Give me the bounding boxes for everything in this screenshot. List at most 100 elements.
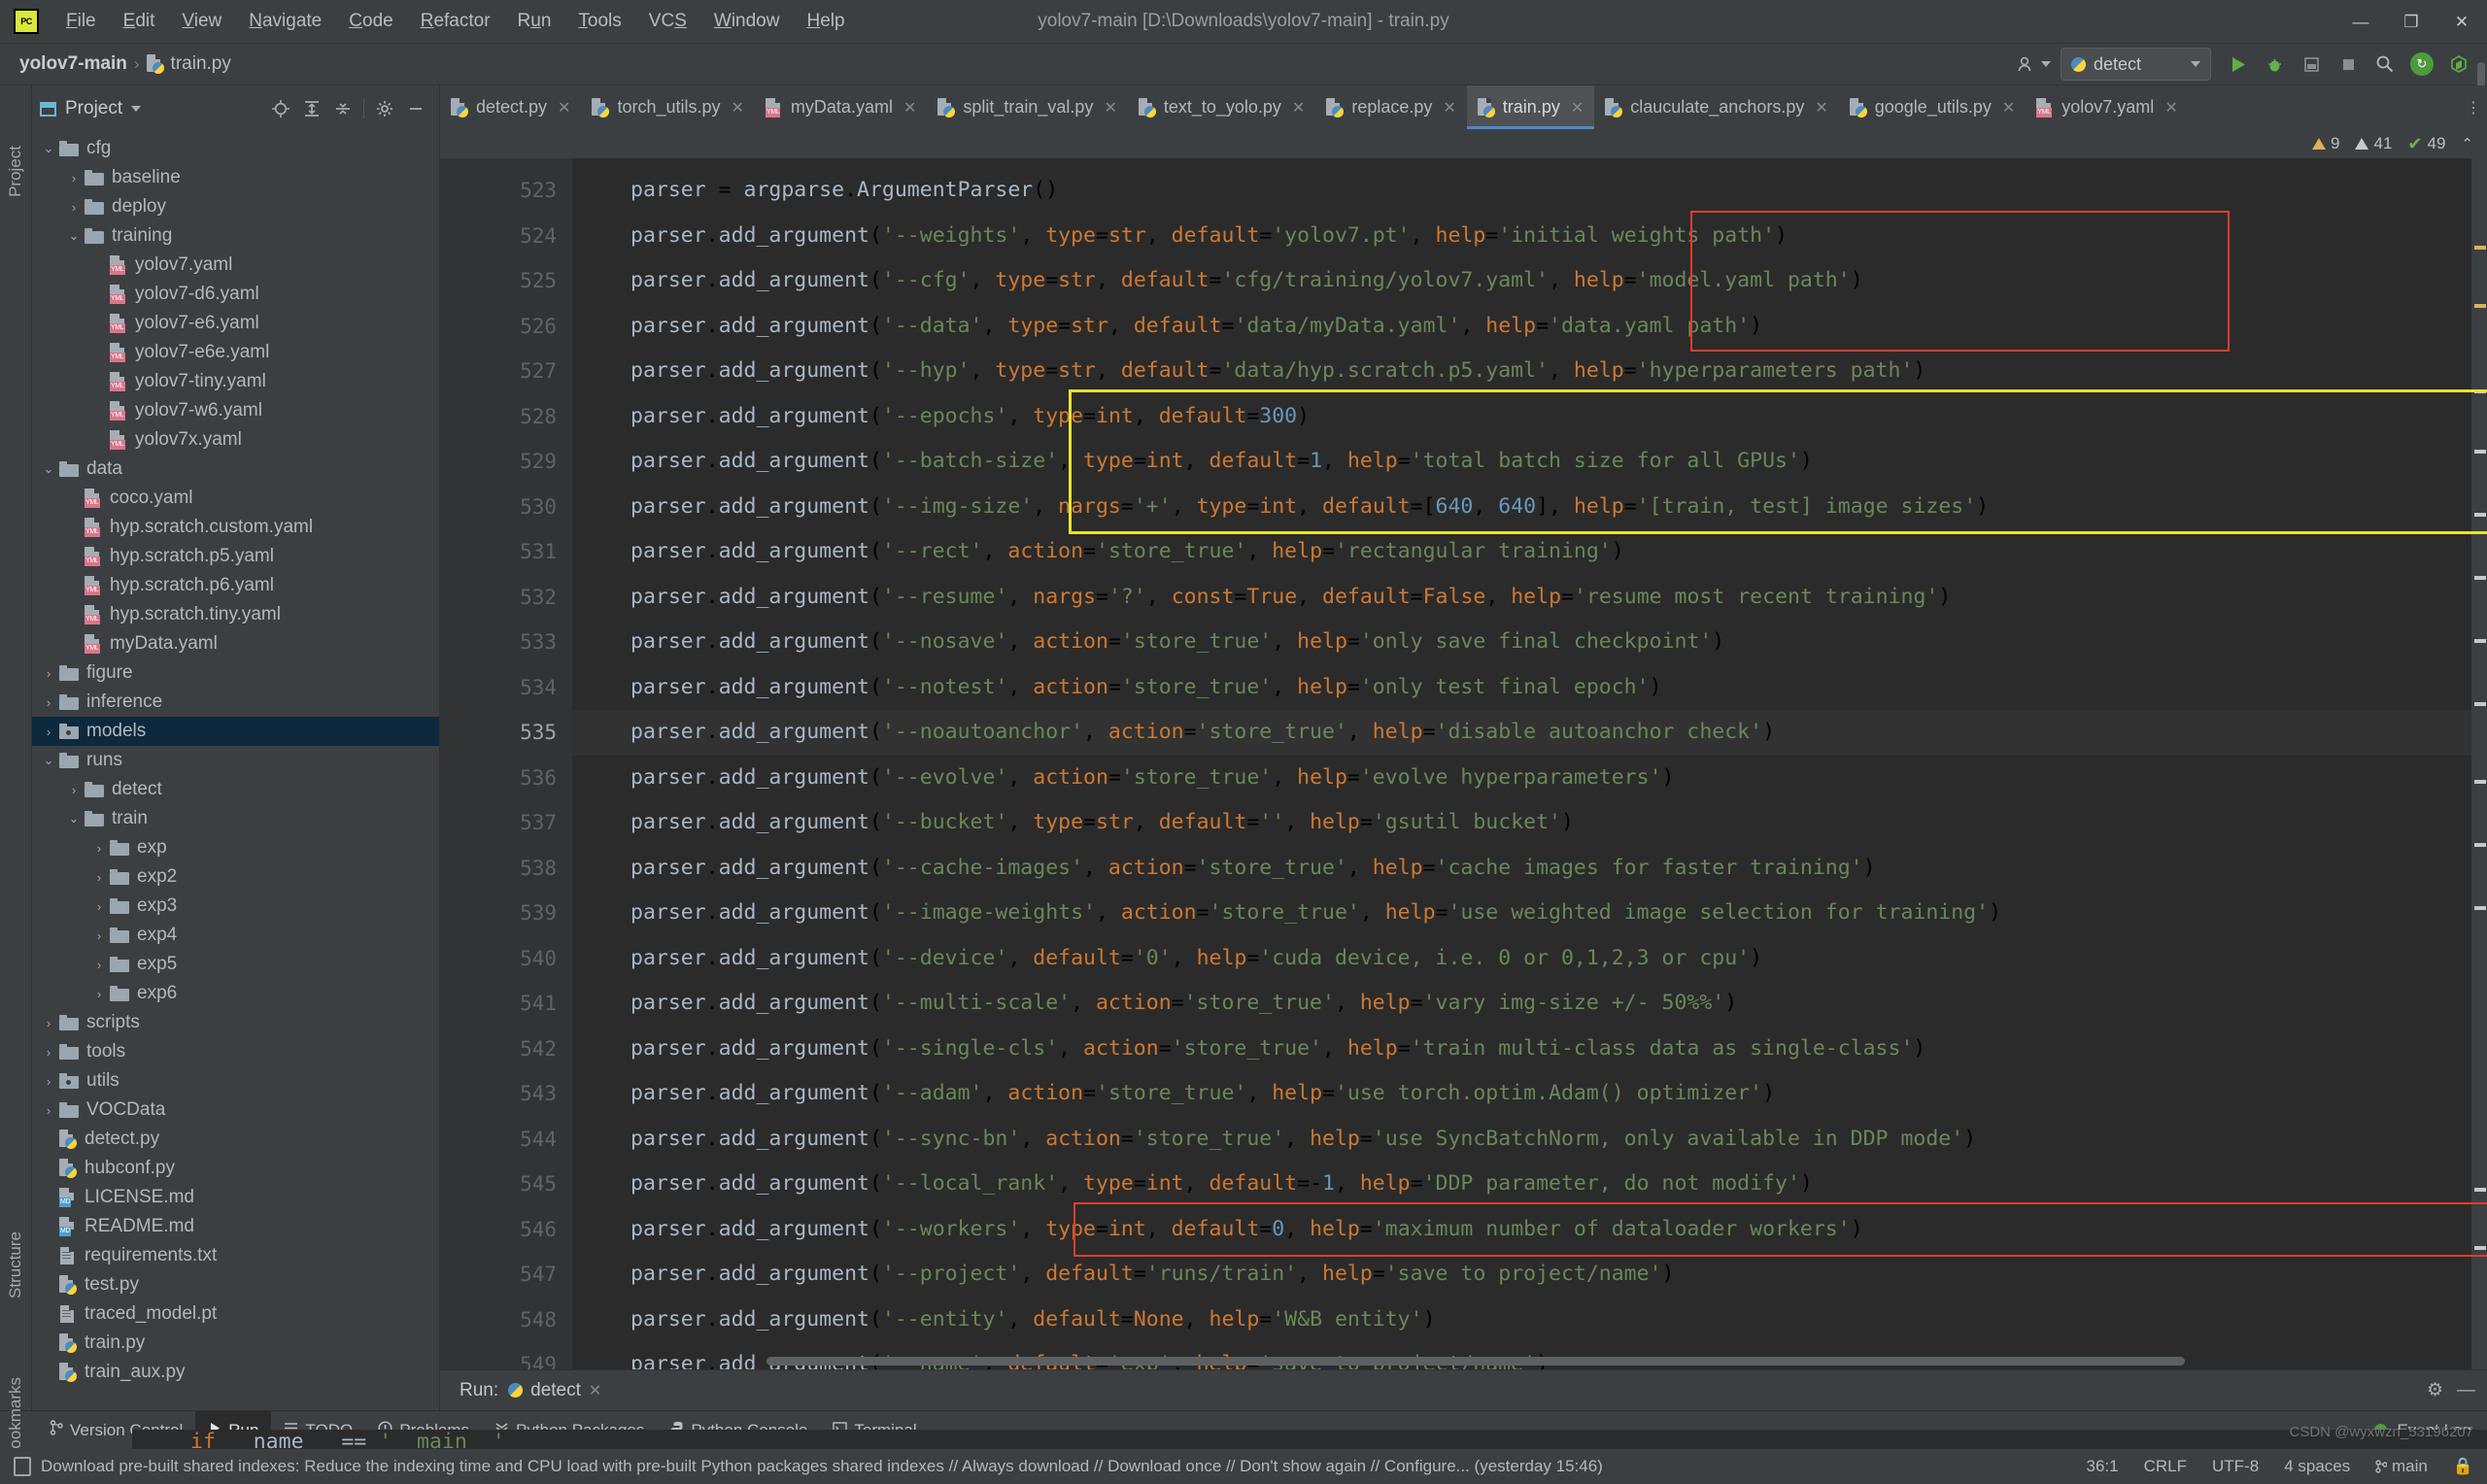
line-separator[interactable]: CRLF	[2144, 1457, 2187, 1476]
tree-item-vocdata[interactable]: › VOCData	[32, 1096, 439, 1125]
code-line[interactable]: parser.add_argument('--cache-images', ac…	[572, 846, 2471, 892]
line-number[interactable]: 545	[440, 1162, 572, 1207]
tree-item-yolov7-e6-yaml[interactable]: YML yolov7-e6.yaml	[32, 309, 439, 338]
code-line[interactable]: parser.add_argument('--local_rank', type…	[572, 1162, 2471, 1207]
editor-tab-close-icon[interactable]: ✕	[1443, 98, 1455, 118]
tree-item-train-aux-py[interactable]: train_aux.py	[32, 1358, 439, 1387]
editor-tab-close-icon[interactable]: ✕	[732, 98, 744, 118]
menu-item-edit[interactable]: Edit	[110, 7, 169, 36]
maximize-button[interactable]: ❐	[2386, 0, 2436, 44]
tree-item-readme-md[interactable]: MD README.md	[32, 1212, 439, 1241]
editor-tab-replace-py[interactable]: replace.py ✕	[1315, 85, 1466, 129]
code-line[interactable]: parser.add_argument('--evolve', action='…	[572, 756, 2471, 801]
tree-item-models[interactable]: › models	[32, 717, 439, 746]
code-line[interactable]: parser.add_argument('--cfg', type=str, d…	[572, 258, 2471, 304]
tree-item-baseline[interactable]: › baseline	[32, 163, 439, 192]
chevron-right-icon[interactable]: ›	[38, 1103, 59, 1118]
code-line[interactable]: parser.add_argument('--rect', action='st…	[572, 529, 2471, 575]
line-number[interactable]: 529	[440, 439, 572, 485]
tree-item-yolov7-w6-yaml[interactable]: YML yolov7-w6.yaml	[32, 396, 439, 425]
chevron-right-icon[interactable]: ›	[38, 666, 59, 681]
editor-tab-close-icon[interactable]: ✕	[903, 98, 916, 118]
minimize-panel-icon[interactable]	[400, 93, 431, 124]
chevron-down-icon[interactable]: ⌄	[63, 228, 85, 244]
tree-item-hyp-scratch-custom-yaml[interactable]: YML hyp.scratch.custom.yaml	[32, 513, 439, 542]
code-line[interactable]: parser.add_argument('--data', type=str, …	[572, 304, 2471, 350]
tree-item-utils[interactable]: › utils	[32, 1066, 439, 1096]
run-tab-close-icon[interactable]: ✕	[589, 1381, 601, 1400]
line-number[interactable]: 547	[440, 1252, 572, 1298]
editor-tab-close-icon[interactable]: ✕	[1815, 98, 1827, 118]
code-editor[interactable]: parser = argparse.ArgumentParser() parser…	[572, 158, 2471, 1369]
chevron-right-icon[interactable]: ›	[88, 928, 110, 943]
collapse-all-icon[interactable]	[327, 93, 358, 124]
tree-item-hyp-scratch-p6-yaml[interactable]: YML hyp.scratch.p6.yaml	[32, 571, 439, 600]
warning-count[interactable]: 9	[2312, 134, 2339, 153]
tree-item-license-md[interactable]: MD LICENSE.md	[32, 1183, 439, 1212]
editor-tab-clauculate-anchors-py[interactable]: clauculate_anchors.py ✕	[1594, 85, 1839, 129]
chevron-right-icon[interactable]: ›	[88, 870, 110, 885]
line-number[interactable]: 536	[440, 756, 572, 801]
chevron-right-icon[interactable]: ›	[88, 899, 110, 914]
line-number[interactable]: 535	[440, 710, 572, 756]
code-line[interactable]: parser.add_argument('--notest', action='…	[572, 665, 2471, 711]
line-number[interactable]: 526	[440, 304, 572, 350]
chevron-right-icon[interactable]: ›	[63, 200, 85, 215]
chevron-right-icon[interactable]: ›	[38, 725, 59, 739]
tree-item-exp[interactable]: › exp	[32, 833, 439, 862]
collapse-inspections-icon[interactable]: ⌃	[2461, 135, 2473, 152]
tree-item-yolov7-e6e-yaml[interactable]: YML yolov7-e6e.yaml	[32, 338, 439, 367]
code-line[interactable]: parser.add_argument('--img-size', nargs=…	[572, 485, 2471, 530]
menu-bar[interactable]: File Edit View Navigate Code Refactor Ru…	[52, 7, 859, 36]
tree-item-detect[interactable]: › detect	[32, 775, 439, 804]
breadcrumb[interactable]: yolov7-main › train.py	[19, 53, 231, 75]
editor-tab-close-icon[interactable]: ✕	[1571, 98, 1584, 118]
line-number[interactable]: 527	[440, 349, 572, 394]
chevron-right-icon[interactable]: ›	[88, 958, 110, 972]
editor-tab-close-icon[interactable]: ✕	[558, 98, 570, 118]
line-number[interactable]: 524	[440, 214, 572, 259]
code-line[interactable]: parser.add_argument('--resume', nargs='?…	[572, 575, 2471, 621]
line-number[interactable]: 528	[440, 394, 572, 440]
menu-item-tools[interactable]: Tools	[564, 7, 634, 36]
line-number[interactable]: 544	[440, 1117, 572, 1163]
chevron-right-icon[interactable]: ›	[38, 695, 59, 710]
chevron-down-icon[interactable]: ⌄	[38, 753, 59, 768]
expand-all-icon[interactable]	[296, 93, 327, 124]
code-line[interactable]: parser.add_argument('--device', default=…	[572, 936, 2471, 982]
menu-item-run[interactable]: Run	[504, 7, 565, 36]
editor-tab-close-icon[interactable]: ✕	[2164, 98, 2177, 118]
run-tab-detect[interactable]: detect ✕	[508, 1380, 601, 1401]
line-number[interactable]: 549	[440, 1342, 572, 1369]
tab-overflow-icon[interactable]: ⋮	[2460, 85, 2487, 129]
tree-item-yolov7-d6-yaml[interactable]: YML yolov7-d6.yaml	[32, 280, 439, 309]
chevron-right-icon[interactable]: ›	[88, 987, 110, 1001]
close-button[interactable]: ✕	[2436, 0, 2487, 44]
line-number[interactable]: 538	[440, 846, 572, 892]
editor-tab-detect-py[interactable]: detect.py ✕	[440, 85, 581, 129]
user-account-icon[interactable]	[2016, 47, 2053, 82]
breadcrumb-file[interactable]: train.py	[171, 53, 231, 75]
run-button[interactable]	[2219, 47, 2256, 82]
code-line[interactable]: parser.add_argument('--adam', action='st…	[572, 1071, 2471, 1117]
code-line[interactable]: parser.add_argument('--hyp', type=str, d…	[572, 349, 2471, 394]
code-line[interactable]: parser.add_argument('--single-cls', acti…	[572, 1027, 2471, 1072]
tree-item-hubconf-py[interactable]: hubconf.py	[32, 1154, 439, 1183]
file-encoding[interactable]: UTF-8	[2212, 1457, 2259, 1476]
tree-item-yolov7x-yaml[interactable]: YML yolov7x.yaml	[32, 425, 439, 455]
code-line[interactable]: parser.add_argument('--entity', default=…	[572, 1298, 2471, 1343]
tree-item-yolov7-tiny-yaml[interactable]: YML yolov7-tiny.yaml	[32, 367, 439, 396]
notification-icon[interactable]	[14, 1457, 31, 1476]
line-number[interactable]: 543	[440, 1071, 572, 1117]
indent-setting[interactable]: 4 spaces	[2284, 1457, 2350, 1476]
menu-item-window[interactable]: Window	[700, 7, 794, 36]
tree-item-traced-model-pt[interactable]: traced_model.pt	[32, 1299, 439, 1329]
project-chevron-down-icon[interactable]	[131, 106, 142, 112]
tree-item-exp4[interactable]: › exp4	[32, 921, 439, 950]
code-line[interactable]: parser.add_argument('--weights', type=st…	[572, 214, 2471, 259]
tree-item-hyp-scratch-tiny-yaml[interactable]: YML hyp.scratch.tiny.yaml	[32, 600, 439, 629]
tree-item-coco-yaml[interactable]: YML coco.yaml	[32, 484, 439, 513]
editor-tab-text-to-yolo-py[interactable]: text_to_yolo.py ✕	[1128, 85, 1315, 129]
menu-item-vcs[interactable]: VCS	[635, 7, 700, 36]
search-icon[interactable]	[2367, 47, 2403, 82]
